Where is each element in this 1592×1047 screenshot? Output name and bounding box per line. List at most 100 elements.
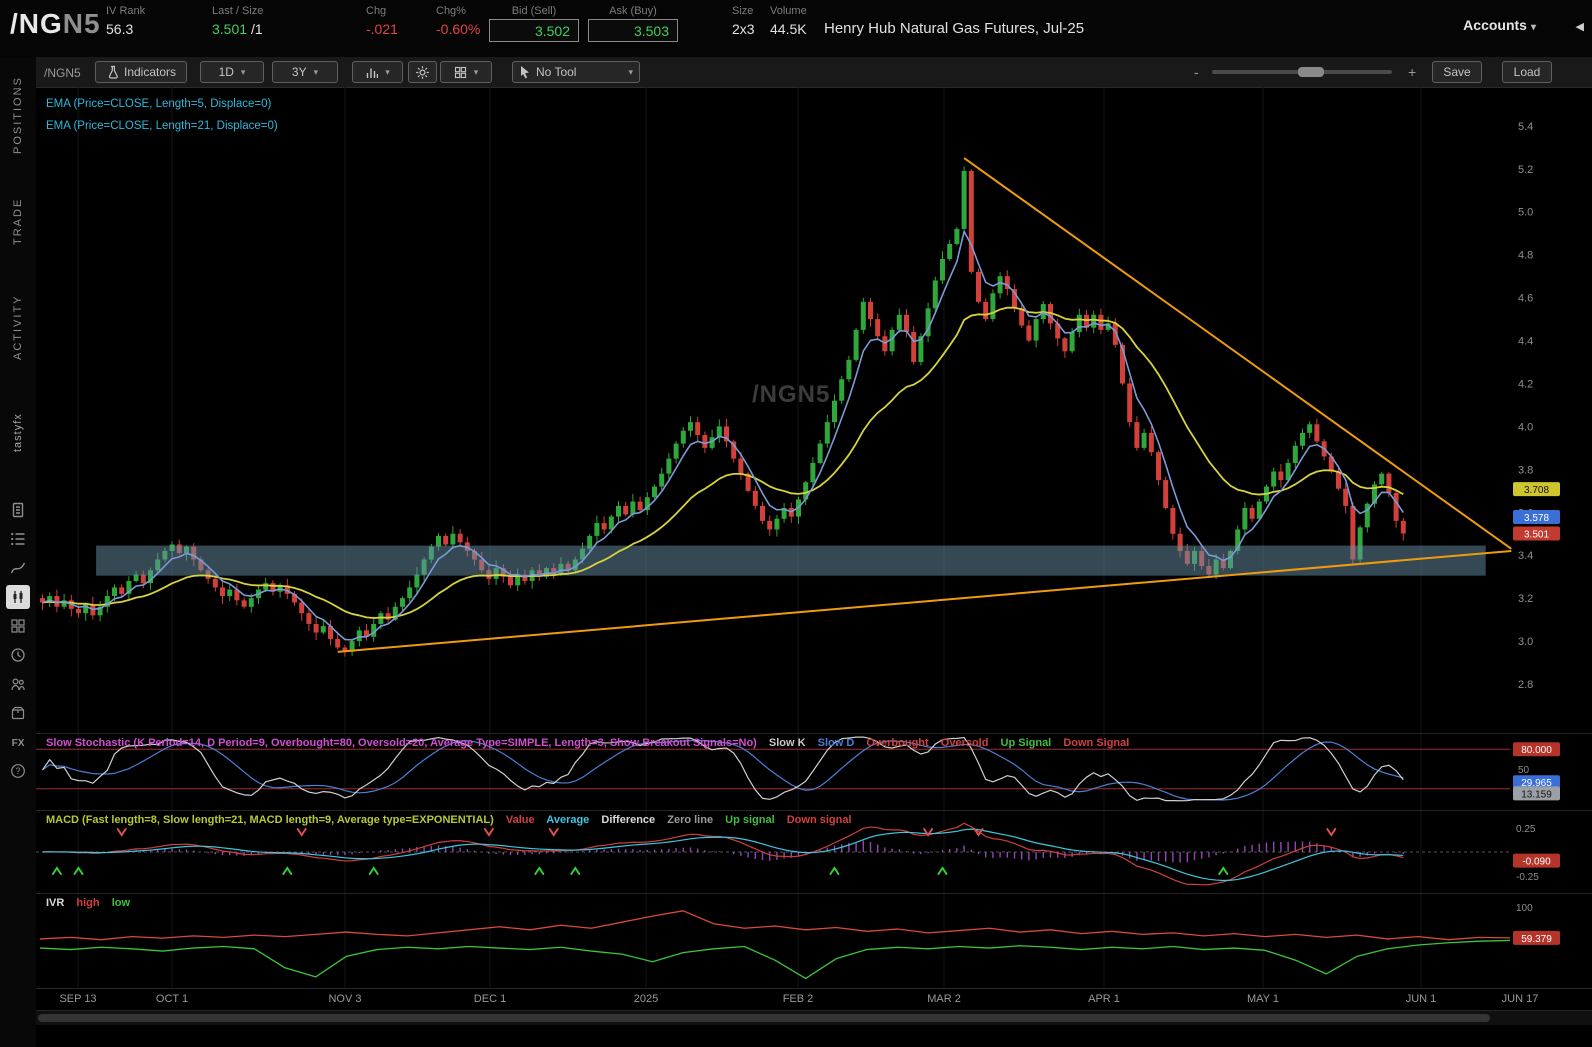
svg-text:3.0: 3.0 bbox=[1518, 636, 1533, 648]
svg-text:50: 50 bbox=[1518, 765, 1530, 776]
toolbar-symbol: /NGN5 bbox=[44, 66, 81, 80]
svg-text:13.159: 13.159 bbox=[1521, 789, 1552, 800]
legend-down-signal: Down signal bbox=[787, 814, 852, 826]
price-chart-canvas[interactable]: 5.45.25.04.84.64.44.24.03.83.63.43.23.02… bbox=[36, 87, 1592, 733]
rail-icon-list: FX ? bbox=[0, 495, 36, 785]
svg-text:?: ? bbox=[15, 766, 20, 776]
svg-text:2.8: 2.8 bbox=[1518, 679, 1533, 691]
scrollbar-thumb[interactable] bbox=[38, 1014, 1490, 1022]
ask-label: Ask (Buy) bbox=[588, 5, 678, 17]
zoom-slider[interactable] bbox=[1212, 70, 1392, 74]
package-icon[interactable] bbox=[0, 698, 36, 727]
svg-text:-0.25: -0.25 bbox=[1516, 872, 1539, 883]
watchlist-icon[interactable] bbox=[0, 524, 36, 553]
candlestick-chart-icon[interactable] bbox=[0, 582, 36, 611]
ask-button[interactable]: 3.503 bbox=[588, 19, 678, 42]
save-button[interactable]: Save bbox=[1432, 61, 1482, 83]
zoom-out-button[interactable]: - bbox=[1194, 64, 1199, 80]
chart-watermark: /NGN5 bbox=[752, 381, 830, 409]
grid-icon[interactable] bbox=[0, 611, 36, 640]
chevron-down-icon: ▾ bbox=[1531, 22, 1536, 33]
bid-label: Bid (Sell) bbox=[489, 5, 579, 17]
symbol-title: /NGN5 bbox=[10, 8, 101, 40]
horizontal-scrollbar[interactable] bbox=[36, 1010, 1592, 1025]
svg-text:3.708: 3.708 bbox=[1524, 485, 1549, 496]
stochastic-title[interactable]: Slow Stochastic (K Period=14, D Period=9… bbox=[46, 737, 757, 749]
svg-text:5.4: 5.4 bbox=[1518, 121, 1533, 133]
size-label: Size bbox=[732, 5, 755, 17]
document-icon[interactable] bbox=[0, 495, 36, 524]
size-field: Size 2x3 bbox=[732, 5, 755, 37]
volume-value: 44.5K bbox=[770, 21, 807, 37]
settings-button[interactable] bbox=[408, 61, 437, 83]
traders-icon[interactable] bbox=[0, 669, 36, 698]
range-dropdown[interactable]: 3Y▾ bbox=[272, 61, 338, 83]
bid-button[interactable]: 3.502 bbox=[489, 19, 579, 42]
drawing-tool-dropdown[interactable]: No Tool ▾ bbox=[512, 61, 640, 83]
svg-text:4.8: 4.8 bbox=[1518, 250, 1533, 262]
chg-field: Chg -.021 bbox=[366, 5, 398, 37]
svg-text:3.2: 3.2 bbox=[1518, 593, 1533, 605]
left-rail: POSITIONS TRADE ACTIVITY tastyfx FX ? bbox=[0, 57, 37, 1047]
help-icon[interactable]: ? bbox=[0, 756, 36, 785]
time-axis-label: MAY 1 bbox=[1247, 993, 1279, 1005]
tab-tastyfx[interactable]: tastyfx bbox=[0, 385, 36, 481]
fx-icon[interactable]: FX bbox=[0, 727, 36, 756]
svg-text:0.25: 0.25 bbox=[1516, 824, 1536, 835]
legend-value: Value bbox=[506, 814, 535, 826]
svg-text:3.578: 3.578 bbox=[1524, 513, 1549, 524]
timeframe-dropdown[interactable]: 1D▾ bbox=[200, 61, 264, 83]
ivr-title[interactable]: IVR bbox=[46, 897, 64, 909]
chevron-down-icon: ▾ bbox=[385, 67, 390, 78]
ivr-study-header: IVR high low bbox=[46, 897, 139, 909]
gear-icon bbox=[415, 65, 430, 80]
chg-pct-value: -0.60% bbox=[436, 21, 480, 37]
ema21-legend[interactable]: EMA (Price=CLOSE, Length=21, Displace=0) bbox=[46, 115, 278, 137]
chart-module: /NGN5 Indicators 1D▾ 3Y▾ ▾ ▾ No Tool ▾ bbox=[36, 57, 1592, 1047]
layout-dropdown[interactable]: ▾ bbox=[440, 61, 492, 83]
zoom-in-button[interactable]: + bbox=[1408, 64, 1416, 80]
chg-pct-field: Chg% -0.60% bbox=[436, 5, 480, 37]
time-axis-label: FEB 2 bbox=[783, 993, 814, 1005]
time-axis-label: APR 1 bbox=[1088, 993, 1120, 1005]
ema5-legend[interactable]: EMA (Price=CLOSE, Length=5, Displace=0) bbox=[46, 93, 278, 115]
indicators-flask-icon bbox=[106, 65, 119, 79]
legend-zero-line: Zero line bbox=[667, 814, 713, 826]
chg-pct-label: Chg% bbox=[436, 5, 480, 17]
time-axis: SEP 13OCT 1NOV 3DEC 12025FEB 2MAR 2APR 1… bbox=[36, 988, 1592, 1009]
collapse-panel-icon[interactable]: ◀ bbox=[1576, 20, 1584, 33]
svg-text:3.501: 3.501 bbox=[1524, 530, 1549, 541]
macd-study-header: MACD (Fast length=8, Slow length=21, MAC… bbox=[46, 814, 861, 826]
stochastic-study-header: Slow Stochastic (K Period=14, D Period=9… bbox=[46, 737, 1138, 749]
tab-activity[interactable]: ACTIVITY bbox=[0, 279, 36, 375]
svg-text:4.6: 4.6 bbox=[1518, 293, 1533, 305]
size-value: 2x3 bbox=[732, 21, 755, 37]
tab-positions[interactable]: POSITIONS bbox=[0, 67, 36, 163]
iv-rank-value: 56.3 bbox=[106, 21, 145, 37]
svg-text:100: 100 bbox=[1516, 903, 1533, 914]
svg-text:5.2: 5.2 bbox=[1518, 164, 1533, 176]
indicators-button[interactable]: Indicators bbox=[95, 61, 187, 83]
svg-text:3.8: 3.8 bbox=[1518, 464, 1533, 476]
chart-type-dropdown[interactable]: ▾ bbox=[352, 61, 403, 83]
volume-field: Volume 44.5K bbox=[770, 5, 807, 37]
ivr-panel-canvas[interactable]: 10059.379 bbox=[36, 893, 1592, 989]
volume-label: Volume bbox=[770, 5, 807, 17]
svg-text:3.4: 3.4 bbox=[1518, 550, 1533, 562]
tab-trade[interactable]: TRADE bbox=[0, 173, 36, 269]
last-size: /1 bbox=[251, 21, 263, 37]
macd-title[interactable]: MACD (Fast length=8, Slow length=21, MAC… bbox=[46, 814, 494, 826]
chg-value: -.021 bbox=[366, 21, 398, 37]
time-axis-label: SEP 13 bbox=[59, 993, 96, 1005]
load-button[interactable]: Load bbox=[1502, 61, 1552, 83]
legend-up-signal: Up Signal bbox=[1001, 737, 1052, 749]
zoom-slider-thumb[interactable] bbox=[1298, 67, 1324, 77]
time-axis-label: NOV 3 bbox=[328, 993, 361, 1005]
last-value: 3.501 bbox=[212, 21, 247, 37]
history-clock-icon[interactable] bbox=[0, 640, 36, 669]
time-axis-label: MAR 2 bbox=[927, 993, 961, 1005]
accounts-dropdown[interactable]: Accounts▾ bbox=[1463, 17, 1536, 33]
legend-difference: Difference bbox=[601, 814, 655, 826]
curve-analysis-icon[interactable] bbox=[0, 553, 36, 582]
symbol-suffix: N5 bbox=[63, 8, 101, 39]
